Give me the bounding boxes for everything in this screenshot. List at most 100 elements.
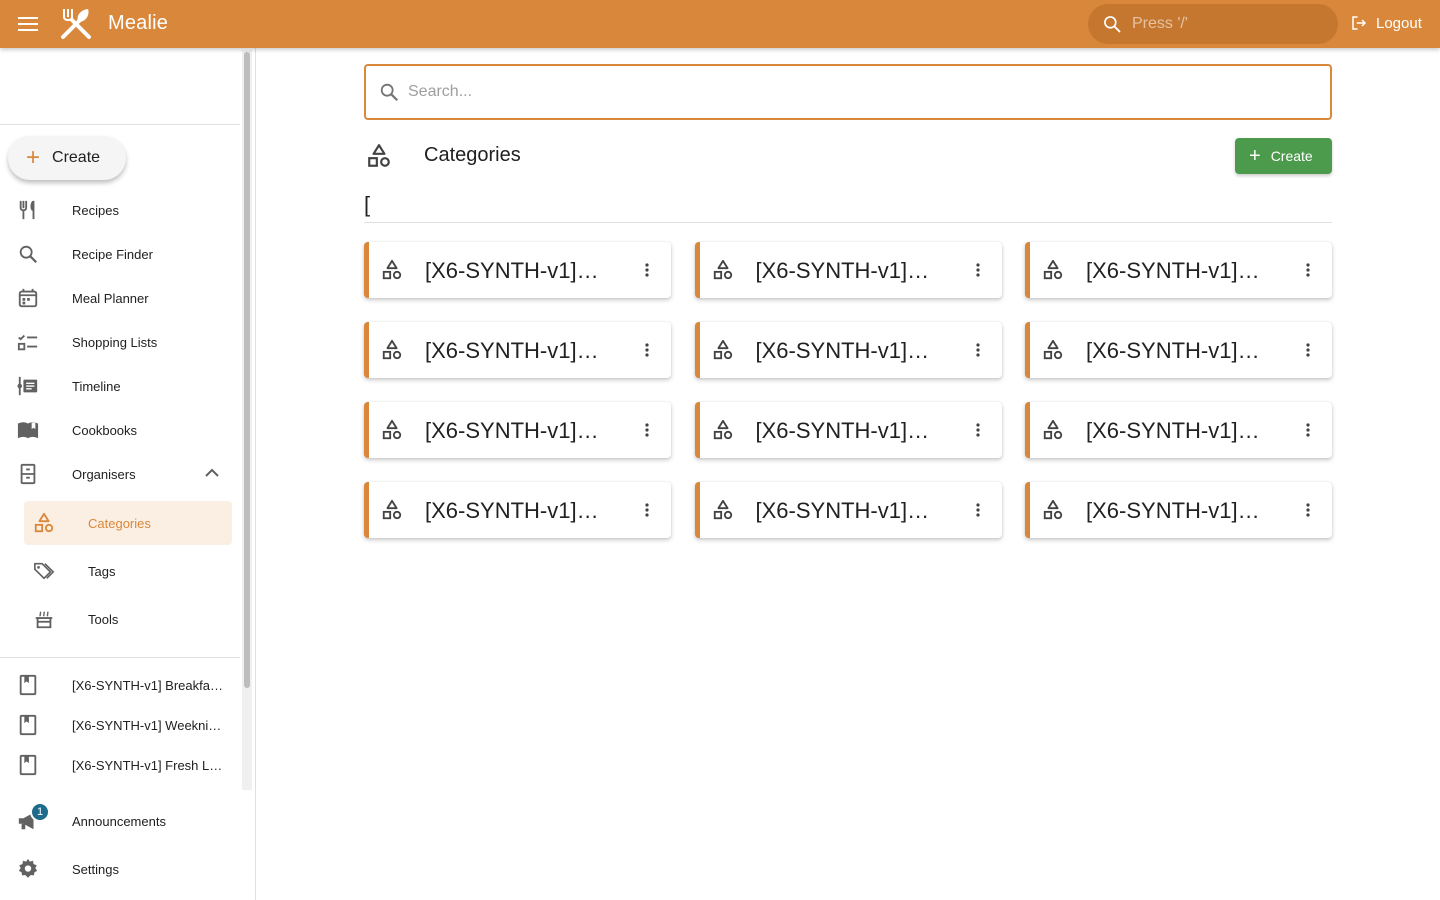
category-search[interactable] [364, 64, 1332, 120]
sidebar-item-categories[interactable]: Categories [24, 501, 232, 545]
logout-button[interactable]: Logout [1350, 14, 1422, 32]
category-name: [X6-SYNTH-v1]… [755, 258, 930, 283]
more-vert-icon[interactable] [1296, 418, 1320, 442]
more-vert-icon[interactable] [1296, 498, 1320, 522]
shapes-icon [381, 339, 403, 366]
sidebar-create-button[interactable]: + Create [8, 136, 126, 180]
calendar-icon [16, 286, 40, 310]
more-vert-icon[interactable] [1296, 338, 1320, 362]
timeline-icon [16, 374, 40, 398]
sidebar-item-label: [X6-SYNTH-v1] Breakfa… [72, 677, 223, 693]
checklist-icon [16, 330, 40, 354]
sidebar-item-settings[interactable]: Settings [0, 847, 240, 891]
sidebar-item-label: [X6-SYNTH-v1] Weekni… [72, 717, 222, 733]
sidebar-item-timeline[interactable]: Timeline [0, 364, 240, 408]
sidebar-cookbook-fresh[interactable]: [X6-SYNTH-v1] Fresh L… [0, 743, 240, 787]
menu-icon[interactable] [16, 12, 40, 36]
create-label: Create [1270, 148, 1313, 164]
more-vert-icon[interactable] [635, 258, 659, 282]
shapes-icon [381, 419, 403, 446]
sidebar-item-label: Recipe Finder [72, 246, 153, 262]
category-name: [X6-SYNTH-v1]… [425, 498, 599, 523]
sidebar: + Create Recipes Recipe Finder Meal Plan… [0, 48, 256, 900]
bookmark-book-icon [16, 713, 40, 737]
shapes-icon [1042, 499, 1064, 526]
app-bar: Mealie Logout [0, 0, 1440, 48]
category-card[interactable]: [X6-SYNTH-v1]… [364, 242, 671, 298]
sidebar-item-label: Meal Planner [72, 290, 149, 306]
plus-icon: + [1249, 145, 1261, 167]
sidebar-item-cookbooks[interactable]: Cookbooks [0, 408, 240, 452]
category-name: [X6-SYNTH-v1]… [755, 418, 930, 443]
category-card[interactable]: [X6-SYNTH-v1]… [694, 322, 1002, 378]
sidebar-item-label: Categories [88, 515, 151, 531]
more-vert-icon[interactable] [635, 498, 659, 522]
file-cabinet-icon [16, 462, 40, 486]
more-vert-icon[interactable] [966, 498, 990, 522]
sidebar-item-label: Timeline [72, 378, 121, 394]
category-card[interactable]: [X6-SYNTH-v1]… [364, 322, 671, 378]
logout-label: Logout [1376, 14, 1422, 32]
shapes-icon [712, 419, 734, 446]
sidebar-item-label: [X6-SYNTH-v1] Fresh L… [72, 757, 223, 773]
sidebar-item-label: Tags [88, 563, 116, 579]
create-category-button[interactable]: + Create [1235, 138, 1332, 174]
global-search-input[interactable] [1132, 15, 1322, 33]
more-vert-icon[interactable] [1296, 258, 1320, 282]
global-search[interactable] [1088, 4, 1338, 44]
sidebar-scrollbar[interactable] [242, 50, 252, 790]
sidebar-item-recipe-finder[interactable]: Recipe Finder [0, 232, 240, 276]
shapes-icon [1042, 419, 1064, 446]
search-icon [1104, 16, 1121, 33]
bookmark-book-icon [16, 673, 40, 697]
sidebar-cookbook-weeknight[interactable]: [X6-SYNTH-v1] Weekni… [0, 703, 240, 747]
sidebar-divider [0, 657, 240, 658]
category-card[interactable]: [X6-SYNTH-v1]… [364, 402, 671, 458]
sidebar-scrollbar-thumb[interactable] [244, 52, 250, 688]
gear-icon [16, 857, 40, 881]
search-icon [16, 242, 40, 266]
category-card[interactable]: [X6-SYNTH-v1]… [1025, 242, 1332, 298]
shapes-icon [381, 499, 403, 526]
category-card[interactable]: [X6-SYNTH-v1]… [1025, 322, 1332, 378]
fork-knife-icon [16, 198, 40, 222]
bookmark-book-icon [16, 753, 40, 777]
category-name: [X6-SYNTH-v1]… [1086, 258, 1260, 283]
more-vert-icon[interactable] [635, 418, 659, 442]
sidebar-item-recipes[interactable]: Recipes [0, 188, 240, 232]
tags-icon [32, 559, 56, 583]
category-name: [X6-SYNTH-v1]… [1086, 498, 1260, 523]
category-card[interactable]: [X6-SYNTH-v1]… [694, 482, 1002, 538]
category-card[interactable]: [X6-SYNTH-v1]… [694, 402, 1002, 458]
category-name: [X6-SYNTH-v1]… [425, 418, 599, 443]
shapes-icon [712, 499, 734, 526]
sidebar-item-label: Tools [88, 611, 119, 627]
sidebar-item-label: Settings [72, 861, 119, 877]
sidebar-item-label: Cookbooks [72, 422, 138, 438]
plus-icon: + [26, 144, 41, 171]
more-vert-icon[interactable] [635, 338, 659, 362]
category-name: [X6-SYNTH-v1]… [755, 338, 930, 363]
shapes-icon [366, 143, 392, 174]
category-card[interactable]: [X6-SYNTH-v1]… [1025, 402, 1332, 458]
announcements-badge: 1 [30, 802, 50, 822]
category-search-input[interactable] [408, 83, 1308, 101]
sidebar-item-organisers[interactable]: Organisers [0, 452, 240, 496]
more-vert-icon[interactable] [966, 258, 990, 282]
sidebar-item-meal-planner[interactable]: Meal Planner [0, 276, 240, 320]
category-card[interactable]: [X6-SYNTH-v1]… [364, 482, 671, 538]
logout-icon [1352, 16, 1367, 30]
sidebar-item-shopping-lists[interactable]: Shopping Lists [0, 320, 240, 364]
mealie-logo-icon[interactable] [58, 6, 94, 42]
sidebar-cookbook-breakfast[interactable]: [X6-SYNTH-v1] Breakfa… [0, 663, 240, 707]
category-card[interactable]: [X6-SYNTH-v1]… [694, 242, 1002, 298]
sidebar-item-tags[interactable]: Tags [24, 549, 232, 593]
category-name: [X6-SYNTH-v1]… [755, 498, 930, 523]
category-card[interactable]: [X6-SYNTH-v1]… [1025, 482, 1332, 538]
chevron-up-icon[interactable] [200, 461, 224, 488]
sidebar-item-tools[interactable]: Tools [24, 597, 232, 641]
more-vert-icon[interactable] [966, 418, 990, 442]
more-vert-icon[interactable] [966, 338, 990, 362]
app-title[interactable]: Mealie [108, 12, 168, 35]
search-icon [380, 83, 399, 102]
